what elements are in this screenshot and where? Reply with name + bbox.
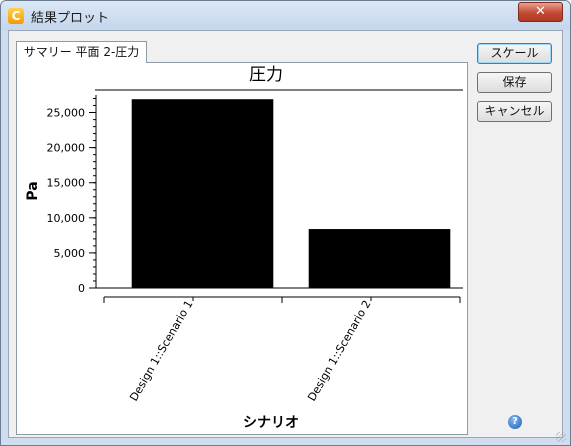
close-button[interactable]: ✕ — [518, 2, 563, 22]
plot-panel: 圧力 0 5,000 10,000 15,000 20,000 25,000 Design … — [16, 62, 468, 435]
result-plot-window: C 結果プロット ✕ サマリー 平面 2-圧力 圧力 0 5,000 10,000 1… — [0, 0, 571, 446]
plot-area: 0 5,000 10,000 15,000 20,000 25,000Design 1::… — [47, 95, 463, 403]
y-axis-label: Pa — [25, 181, 41, 200]
y-tick-label: 25,000 — [47, 107, 86, 120]
chart-title: 圧力 — [249, 65, 283, 85]
y-tick-label: 15,000 — [47, 177, 86, 190]
window-title: 結果プロット — [31, 11, 110, 26]
x-axis-label: シナリオ — [243, 415, 299, 431]
tab-summary-plane-pressure[interactable]: サマリー 平面 2-圧力 — [16, 41, 147, 63]
x-tick-label: Design 1::Scenario 2 — [305, 298, 373, 403]
help-icon[interactable]: ? — [508, 415, 522, 429]
x-tick-label: Design 1::Scenario 1 — [127, 298, 195, 403]
scale-button[interactable]: スケール — [477, 43, 552, 64]
y-tick-label: 5,000 — [54, 247, 86, 260]
y-tick-label: 0 — [78, 282, 85, 295]
pressure-bar-chart: 圧力 0 5,000 10,000 15,000 20,000 25,000 Design … — [25, 65, 463, 431]
save-button[interactable]: 保存 — [477, 72, 552, 93]
app-c-icon: C — [8, 8, 24, 24]
cancel-button[interactable]: キャンセル — [477, 101, 552, 122]
bar — [131, 99, 274, 288]
y-tick-label: 10,000 — [47, 212, 86, 225]
bar — [308, 229, 451, 288]
title-bar: C 結果プロット ✕ — [1, 1, 570, 30]
resize-grip[interactable] — [556, 432, 566, 442]
y-tick-label: 20,000 — [47, 142, 86, 155]
